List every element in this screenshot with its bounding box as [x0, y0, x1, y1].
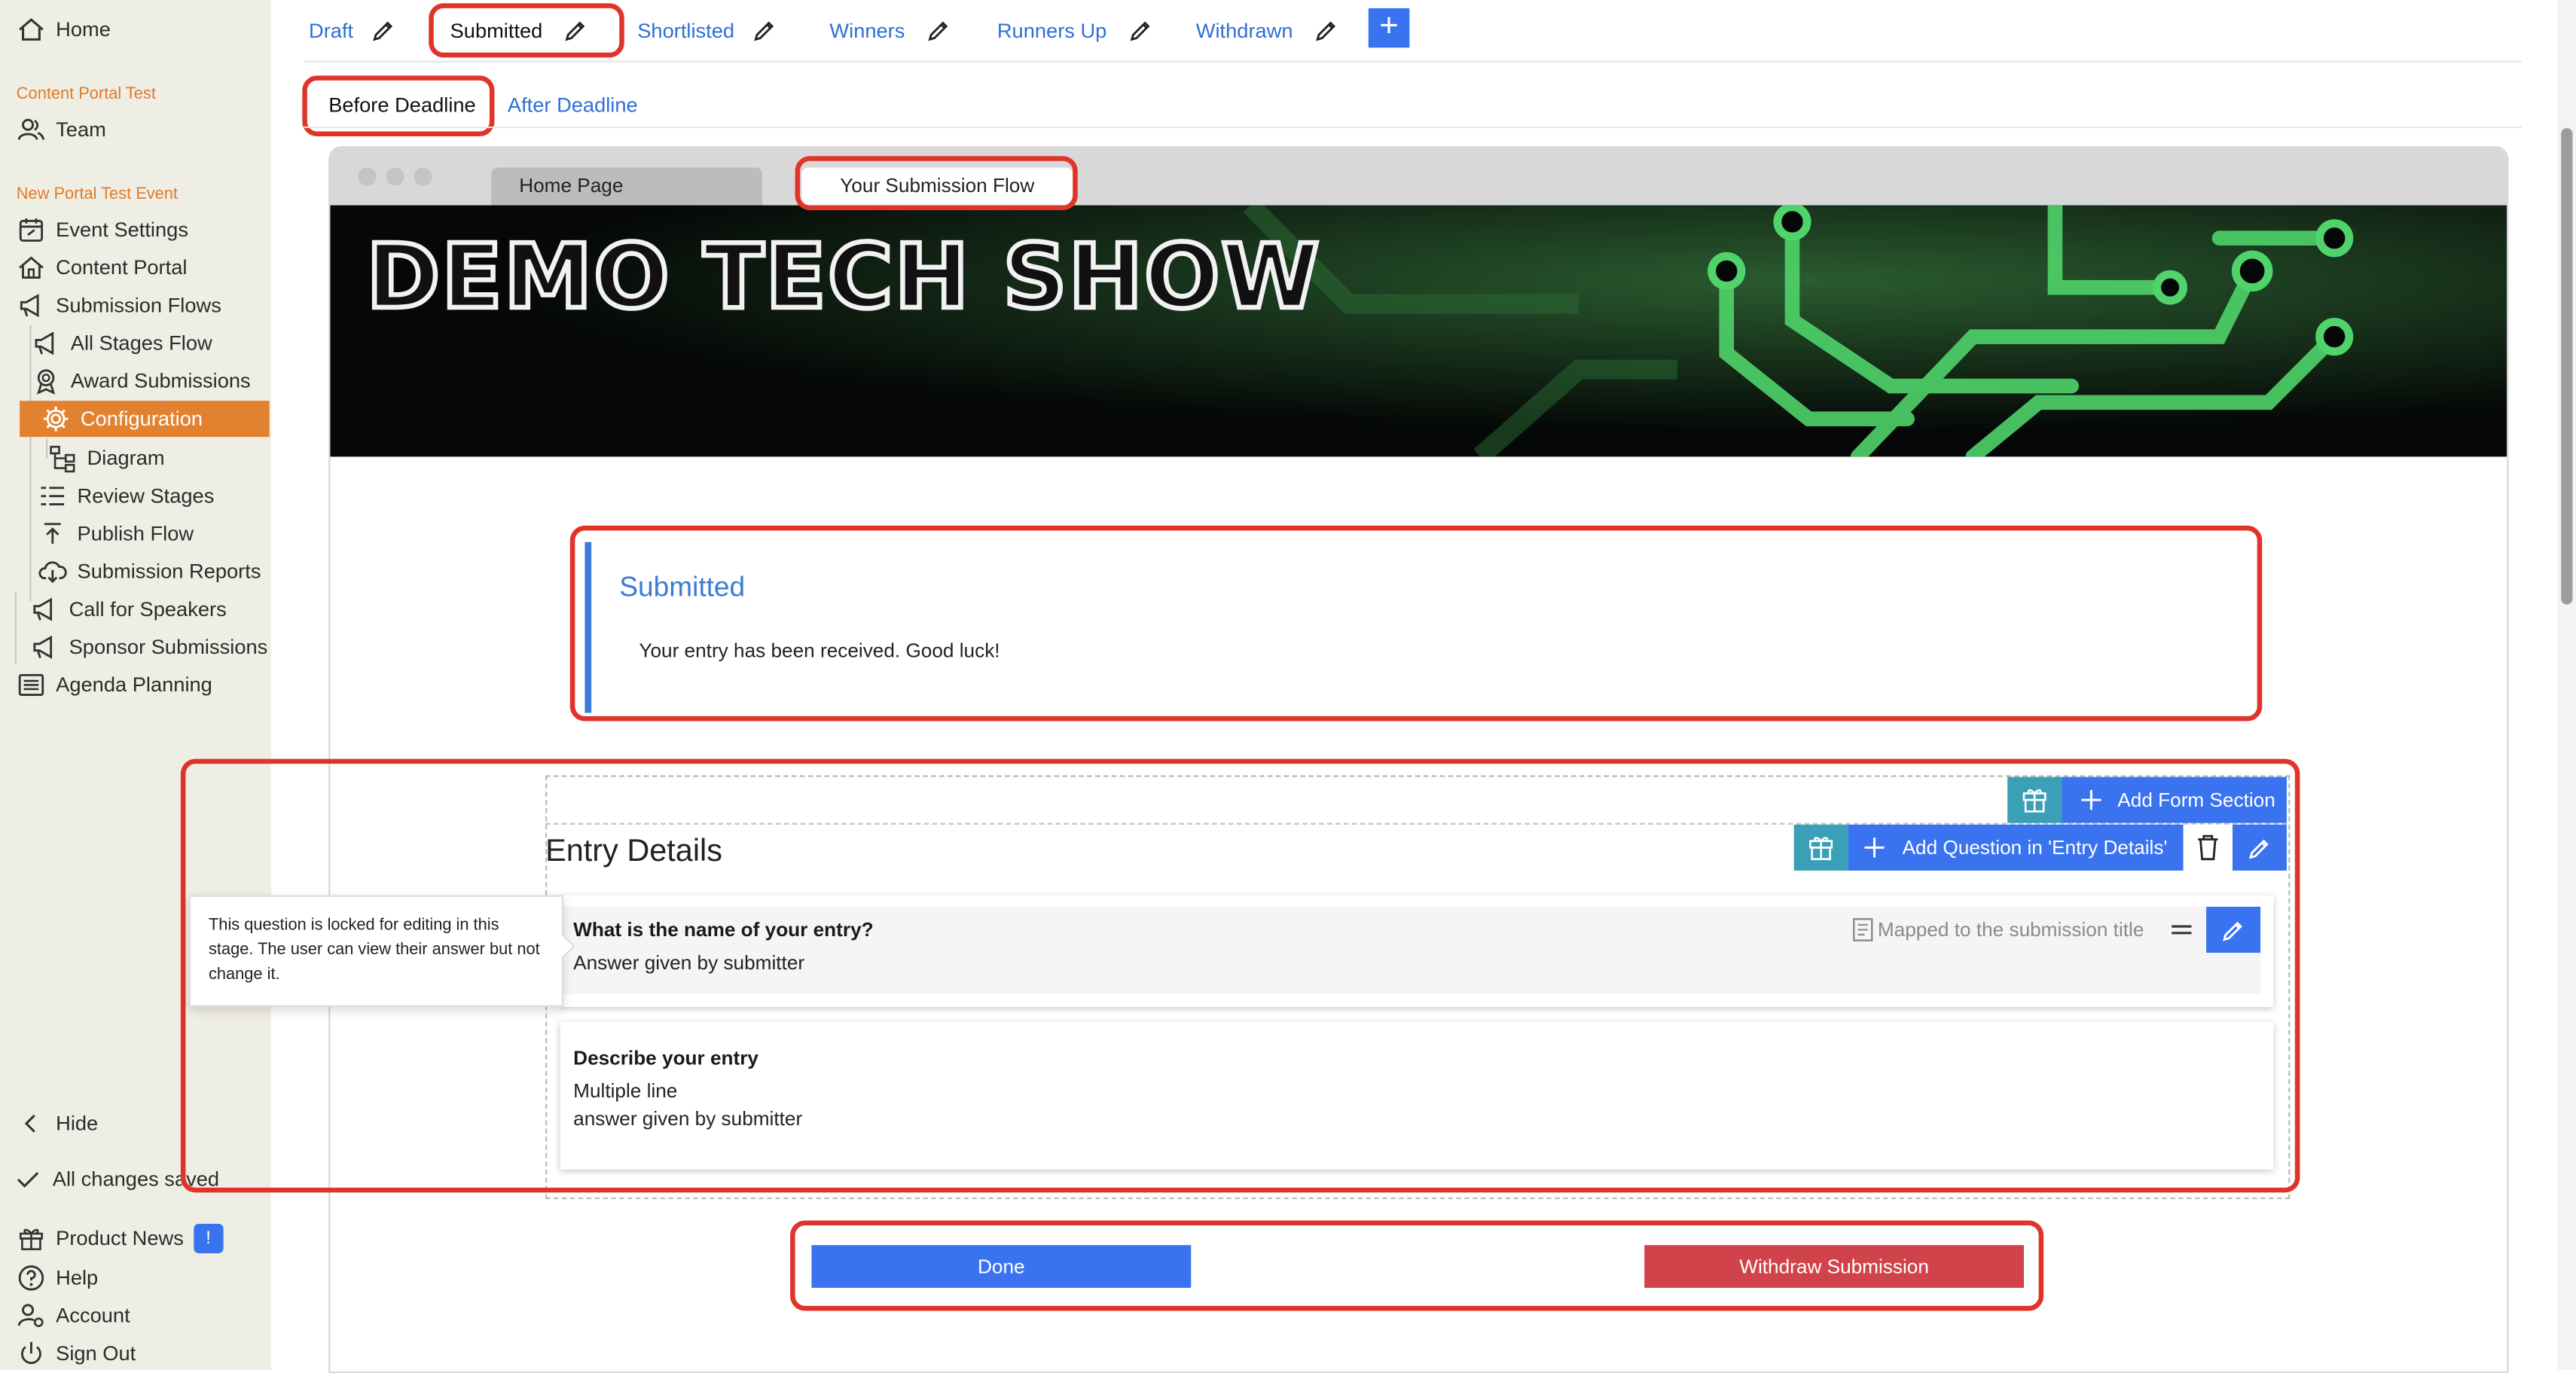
nav-label: Agenda Planning — [56, 673, 212, 697]
pencil-icon[interactable] — [1313, 18, 1339, 44]
locked-question-tooltip: This question is locked for editing in t… — [188, 895, 575, 1007]
nav-label: Submission Reports — [77, 560, 261, 584]
nav-label: All Stages Flow — [70, 331, 212, 355]
nav-label: Account — [56, 1304, 130, 1328]
home-outline-icon — [19, 256, 44, 279]
pencil-icon[interactable] — [751, 18, 777, 44]
add-stage-button[interactable]: + — [1368, 8, 1410, 48]
nav-label: Award Submissions — [70, 369, 251, 393]
nav-product-news[interactable]: Product News ! — [17, 1220, 224, 1256]
nav-label: Diagram — [87, 447, 165, 470]
pencil-icon[interactable] — [925, 18, 951, 44]
tab-draft[interactable]: Draft — [309, 17, 396, 46]
nav-label: Call for Speakers — [69, 597, 227, 621]
tabs-divider — [304, 60, 2522, 63]
tooltip-text: This question is locked for editing in t… — [208, 916, 540, 984]
tab-winners[interactable]: Winners — [829, 17, 951, 46]
nav-label: Help — [56, 1266, 99, 1290]
tab-label: Runners Up — [997, 20, 1107, 43]
nav-award-submissions[interactable]: Award Submissions — [31, 363, 251, 399]
nav-label: Submission Flows — [56, 294, 221, 317]
nav-event-settings[interactable]: Event Settings — [17, 212, 188, 248]
chevron-left-icon — [24, 1114, 35, 1133]
megaphone-icon — [33, 597, 53, 621]
power-icon — [21, 1341, 41, 1365]
award-icon — [37, 369, 56, 395]
highlight-action-buttons — [790, 1220, 2044, 1311]
nav-home[interactable]: Home — [17, 11, 111, 47]
checkmark-icon — [17, 1172, 39, 1188]
highlight-submission-flow-tab — [795, 156, 1078, 211]
window-dot — [414, 167, 432, 186]
home-icon — [19, 18, 44, 41]
group-label-event: New Portal Test Event — [16, 185, 178, 204]
event-banner: DEMO TECH SHOW — [330, 205, 2507, 457]
tab-runners-up[interactable]: Runners Up — [997, 17, 1153, 46]
tab-after-deadline[interactable]: After Deadline — [508, 93, 638, 117]
scrollbar-thumb[interactable] — [2561, 128, 2573, 605]
nav-label: Sponsor Submissions — [69, 636, 268, 659]
nav-label: Event Settings — [56, 218, 188, 242]
nav-label: Product News — [56, 1227, 184, 1250]
tab-label: Withdrawn — [1195, 20, 1293, 43]
hide-sidebar-button[interactable]: Hide — [17, 1106, 98, 1142]
nav-team[interactable]: Team — [17, 111, 106, 148]
nav-label: Publish Flow — [77, 522, 194, 546]
diagram-icon — [50, 445, 75, 473]
nav-label: Review Stages — [77, 484, 215, 508]
nav-publish-flow[interactable]: Publish Flow — [38, 516, 194, 552]
nav-label: Content Portal — [56, 256, 188, 279]
tab-withdrawn[interactable]: Withdrawn — [1196, 17, 1339, 46]
window-dot — [386, 167, 404, 186]
nav-diagram[interactable]: Diagram — [47, 441, 165, 477]
gift-icon — [19, 1228, 43, 1250]
nav-sponsor-submissions[interactable]: Sponsor Submissions — [29, 629, 267, 665]
nav-submission-flows[interactable]: Submission Flows — [17, 288, 221, 324]
deadline-divider — [304, 126, 2522, 129]
help-icon — [18, 1265, 44, 1291]
list-stages-icon — [41, 487, 65, 505]
browser-tab-home-page[interactable]: Home Page — [491, 167, 762, 206]
tab-label: Shortlisted — [637, 20, 735, 43]
nav-all-stages-flow[interactable]: All Stages Flow — [31, 325, 212, 362]
account-settings-icon — [17, 1304, 44, 1328]
nav-agenda-planning[interactable]: Agenda Planning — [17, 667, 212, 703]
nav-label: Configuration — [80, 407, 203, 431]
highlight-notice — [569, 525, 2263, 722]
nav-review-stages[interactable]: Review Stages — [38, 478, 214, 514]
megaphone-icon — [20, 294, 39, 318]
nav-submission-reports[interactable]: Submission Reports — [38, 554, 261, 590]
cloud-download-icon — [38, 561, 67, 584]
main-content: Draft Submitted Shortlisted Winners Runn… — [180, 0, 2558, 1373]
nav-content-portal[interactable]: Content Portal — [17, 250, 188, 286]
tab-label: Winners — [829, 20, 905, 43]
upload-icon — [44, 523, 61, 544]
tab-label: Draft — [309, 20, 354, 43]
megaphone-icon — [33, 635, 53, 659]
nav-configuration[interactable]: Configuration — [20, 401, 270, 438]
tree-line — [14, 591, 17, 664]
tab-shortlisted[interactable]: Shortlisted — [637, 17, 777, 46]
nav-help[interactable]: Help — [17, 1260, 98, 1296]
banner-title: DEMO TECH SHOW — [364, 223, 1322, 331]
megaphone-icon — [35, 331, 54, 355]
pencil-icon[interactable] — [1127, 18, 1153, 44]
team-icon — [17, 118, 45, 140]
group-label-content-portal: Content Portal Test — [16, 85, 156, 104]
nav-home-label: Home — [56, 17, 111, 41]
calendar-icon — [19, 218, 44, 242]
news-badge: ! — [193, 1223, 224, 1254]
nav-account[interactable]: Account — [17, 1298, 130, 1334]
highlight-submitted-tab — [429, 3, 624, 58]
list-icon — [18, 673, 44, 696]
hide-label: Hide — [56, 1112, 99, 1136]
gear-icon — [43, 406, 69, 432]
nav-call-for-speakers[interactable]: Call for Speakers — [29, 591, 227, 627]
nav-team-label: Team — [56, 118, 106, 142]
nav-label: Sign Out — [56, 1341, 136, 1365]
nav-sign-out[interactable]: Sign Out — [17, 1335, 136, 1371]
window-dot — [358, 167, 377, 186]
pencil-icon[interactable] — [370, 18, 396, 44]
